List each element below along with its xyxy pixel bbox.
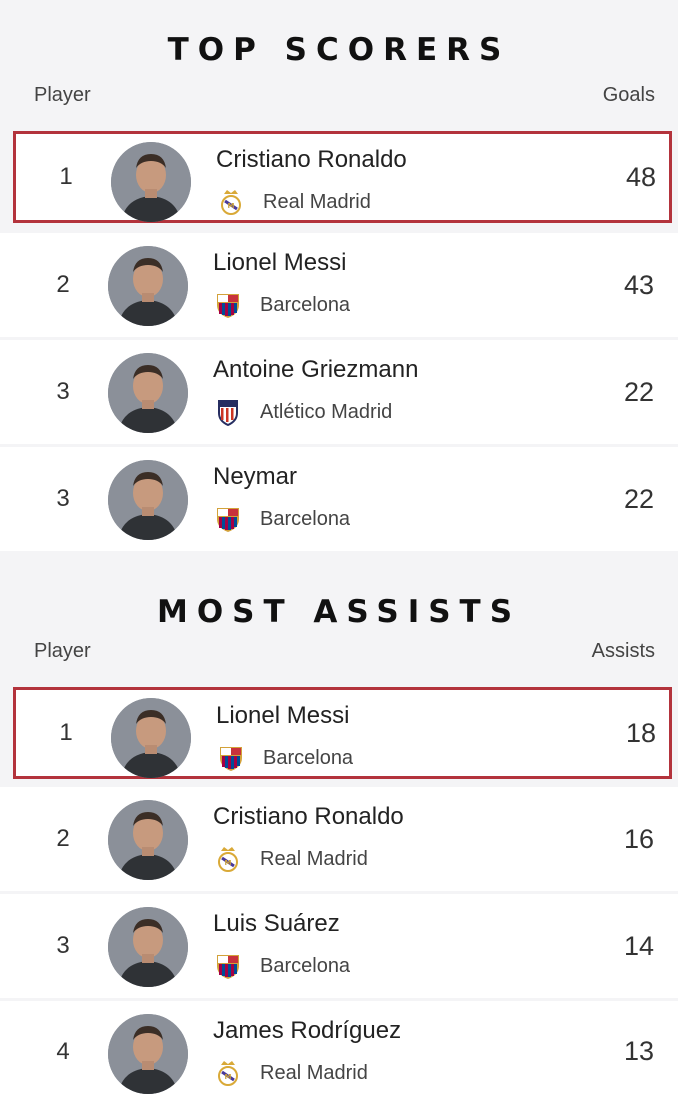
goals-value: 22 <box>623 376 654 407</box>
assists-value: 13 <box>623 1036 654 1066</box>
team: Barcelona <box>215 291 350 319</box>
barcelona-crest-icon <box>215 505 260 533</box>
team: Barcelona <box>218 744 353 772</box>
real-madrid-crest-icon: M <box>218 188 263 216</box>
rank: 3 <box>56 932 70 959</box>
player-name[interactable]: James Rodríguez <box>213 1017 401 1045</box>
goals-value: 48 <box>625 161 656 192</box>
player-column-header: Player <box>34 84 91 106</box>
svg-text:M: M <box>225 1073 232 1081</box>
goals-value: 22 <box>623 483 654 514</box>
player-avatar <box>111 142 191 222</box>
team-name: Atlético Madrid <box>260 400 393 423</box>
rank: 2 <box>56 825 70 852</box>
player-avatar <box>108 460 188 540</box>
rank: 4 <box>56 1037 70 1065</box>
real-madrid-crest-icon: M <box>215 845 260 873</box>
barcelona-crest-icon <box>215 291 260 319</box>
table-row[interactable]: 3 Antoine Griezmann Atlético Madrid 22 <box>0 340 678 444</box>
player-name[interactable]: Cristiano Ronaldo <box>213 803 404 831</box>
svg-text:M: M <box>228 202 235 210</box>
team-name: Barcelona <box>263 746 354 769</box>
player-avatar <box>108 246 188 326</box>
player-name[interactable]: Luis Suárez <box>213 910 340 938</box>
player-avatar <box>108 800 188 880</box>
player-avatar <box>108 1014 188 1094</box>
real-madrid-crest-icon: M <box>215 1059 260 1087</box>
rank: 3 <box>56 485 70 512</box>
team: Atlético Madrid <box>215 398 392 426</box>
player-name[interactable]: Antoine Griezmann <box>213 356 418 384</box>
player-avatar <box>111 698 191 778</box>
team: M Real Madrid <box>215 845 368 873</box>
team: M Real Madrid <box>215 1059 368 1087</box>
goals-column-header: Goals <box>602 84 655 106</box>
rank: 1 <box>59 719 73 746</box>
assists-value: 14 <box>623 930 654 961</box>
atletico-crest-icon <box>215 398 260 426</box>
table-row[interactable]: 4 James Rodríguez M Real Madrid 13 <box>0 1001 678 1102</box>
table-row[interactable]: 1 Cristiano Ronaldo M Real Madrid 48 <box>13 131 672 223</box>
svg-text:M: M <box>225 859 232 867</box>
assists-value: 18 <box>625 717 656 748</box>
rank: 3 <box>56 378 70 405</box>
table-row[interactable]: 3 Luis Suárez Barcelona 14 <box>0 894 678 998</box>
team-name: Real Madrid <box>260 847 368 870</box>
team: Barcelona <box>215 952 350 980</box>
player-avatar <box>108 353 188 433</box>
section-title: TOP SCORERS <box>167 32 511 68</box>
player-name[interactable]: Neymar <box>213 463 297 491</box>
assists-column-header: Assists <box>591 640 655 662</box>
team-name: Barcelona <box>260 293 351 316</box>
barcelona-crest-icon <box>215 952 260 980</box>
table-row[interactable]: 2 Lionel Messi Barcelona 43 <box>0 233 678 337</box>
table-row[interactable]: 3 Neymar Barcelona 22 <box>0 447 678 551</box>
table-row[interactable]: 2 Cristiano Ronaldo M Real Madrid 16 <box>0 787 678 891</box>
player-name[interactable]: Lionel Messi <box>213 249 346 277</box>
top-scorers-section: TOP SCORERS Player Goals 1 Cristiano Ron… <box>0 0 678 560</box>
player-avatar <box>108 907 188 987</box>
player-column-header: Player <box>34 640 91 662</box>
team: Barcelona <box>215 505 350 533</box>
rank: 2 <box>56 271 70 298</box>
team: M Real Madrid <box>218 188 371 216</box>
team-name: Barcelona <box>260 954 351 977</box>
table-row[interactable]: 1 Lionel Messi Barcelona 18 <box>13 687 672 779</box>
barcelona-crest-icon <box>218 744 263 772</box>
rank: 1 <box>59 163 73 190</box>
player-name[interactable]: Lionel Messi <box>216 702 349 730</box>
assists-value: 16 <box>623 823 654 854</box>
section-title: MOST ASSISTS <box>156 594 522 630</box>
player-name[interactable]: Cristiano Ronaldo <box>216 146 407 174</box>
team-name: Barcelona <box>260 507 351 530</box>
goals-value: 43 <box>623 269 654 300</box>
team-name: Real Madrid <box>263 190 371 213</box>
team-name: Real Madrid <box>260 1061 368 1084</box>
